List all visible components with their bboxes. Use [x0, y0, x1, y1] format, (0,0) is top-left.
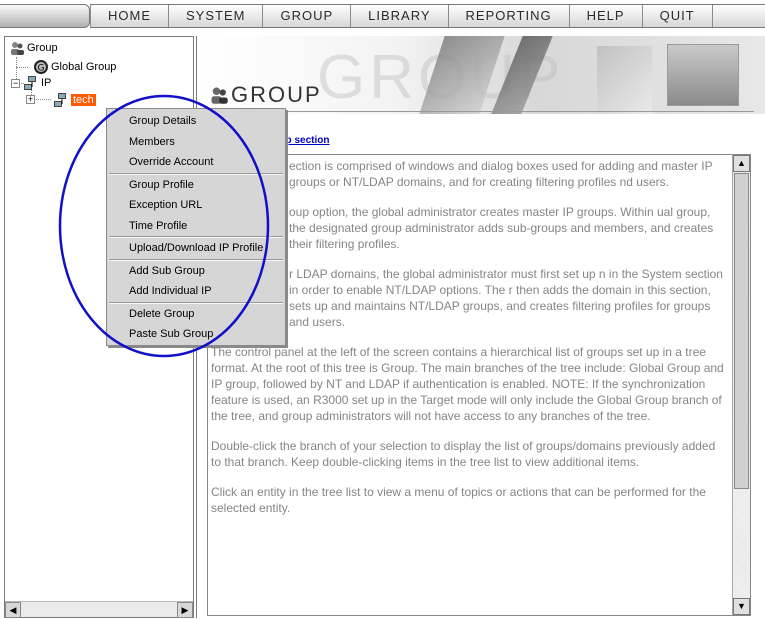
- nav-reporting[interactable]: REPORTING: [449, 5, 570, 27]
- tree-node-tech[interactable]: tech: [53, 92, 96, 108]
- users-icon: [209, 85, 229, 105]
- menu-override-account[interactable]: Override Account: [107, 152, 285, 173]
- svg-text:G: G: [38, 64, 45, 74]
- help-text: ection is comprised of windows and dialo…: [211, 158, 727, 530]
- menu-add-individual-ip[interactable]: Add Individual IP: [107, 281, 285, 302]
- collapse-toggle-ip[interactable]: −: [11, 79, 20, 88]
- tree-label-ip: IP: [41, 77, 52, 89]
- scroll-left-arrow-icon[interactable]: ◀: [5, 602, 21, 618]
- nav-menu: HOME SYSTEM GROUP LIBRARY REPORTING HELP…: [90, 4, 765, 28]
- users-icon: [9, 40, 25, 56]
- nav-library[interactable]: LIBRARY: [351, 5, 449, 27]
- nav-group[interactable]: GROUP: [263, 5, 352, 27]
- nav-help[interactable]: HELP: [570, 5, 643, 27]
- help-paragraph: ection is comprised of windows and dialo…: [289, 159, 713, 189]
- nav-home[interactable]: HOME: [90, 5, 169, 27]
- tree-node-ip[interactable]: IP: [23, 75, 51, 91]
- menu-add-sub-group[interactable]: Add Sub Group: [107, 261, 285, 282]
- menu-members[interactable]: Members: [107, 132, 285, 153]
- menu-upload-download-ip-profile[interactable]: Upload/Download IP Profile: [107, 238, 285, 259]
- tree-connector: [16, 67, 28, 68]
- tree-node-global-group[interactable]: G Global Group: [33, 59, 116, 75]
- tree-label-tech: tech: [71, 94, 96, 106]
- scroll-up-arrow-icon[interactable]: ▲: [733, 155, 750, 172]
- menu-time-profile[interactable]: Time Profile: [107, 216, 285, 237]
- help-paragraph: Click an entity in the tree list to view…: [211, 485, 706, 515]
- top-navigation-bar: HOME SYSTEM GROUP LIBRARY REPORTING HELP…: [0, 0, 765, 32]
- banner-photo: [667, 44, 739, 106]
- nav-quit[interactable]: QUIT: [643, 5, 713, 27]
- scroll-thumb[interactable]: [734, 173, 749, 489]
- scroll-down-arrow-icon[interactable]: ▼: [733, 598, 750, 615]
- tree-label-group: Group: [27, 42, 58, 54]
- page-title-text: GROUP: [231, 82, 322, 107]
- menu-exception-url[interactable]: Exception URL: [107, 195, 285, 216]
- tree-context-menu: Group Details Members Override Account G…: [106, 108, 286, 346]
- network-icon: [23, 75, 39, 91]
- menu-paste-sub-group[interactable]: Paste Sub Group: [107, 324, 285, 345]
- menu-group-details[interactable]: Group Details: [107, 111, 285, 132]
- menu-delete-group[interactable]: Delete Group: [107, 304, 285, 325]
- help-paragraph: Double-click the branch of your selectio…: [211, 439, 716, 469]
- tree-horizontal-scrollbar[interactable]: ◀ ▶: [5, 601, 193, 618]
- tree-label-global-group: Global Group: [51, 61, 117, 73]
- help-paragraph: r LDAP domains, the global administrator…: [289, 267, 723, 329]
- menu-group-profile[interactable]: Group Profile: [107, 175, 285, 196]
- help-text-box[interactable]: ection is comprised of windows and dialo…: [207, 154, 751, 616]
- expand-toggle-tech[interactable]: +: [26, 95, 35, 104]
- page-title: GROUP: [209, 82, 322, 108]
- global-group-icon: G: [33, 59, 49, 75]
- section-banner: GROUP GROUP: [197, 36, 765, 114]
- title-divider: [209, 111, 754, 112]
- help-paragraph: oup option, the global administrator cre…: [289, 205, 714, 251]
- nav-left-cap: [0, 4, 90, 28]
- network-icon: [53, 92, 69, 108]
- help-paragraph: The control panel at the left of the scr…: [211, 345, 724, 423]
- tree-node-group[interactable]: Group: [9, 40, 58, 56]
- nav-system[interactable]: SYSTEM: [169, 5, 264, 27]
- scroll-right-arrow-icon[interactable]: ▶: [177, 602, 193, 618]
- banner-graphic: [597, 46, 652, 114]
- help-vertical-scrollbar[interactable]: ▲ ▼: [732, 155, 750, 615]
